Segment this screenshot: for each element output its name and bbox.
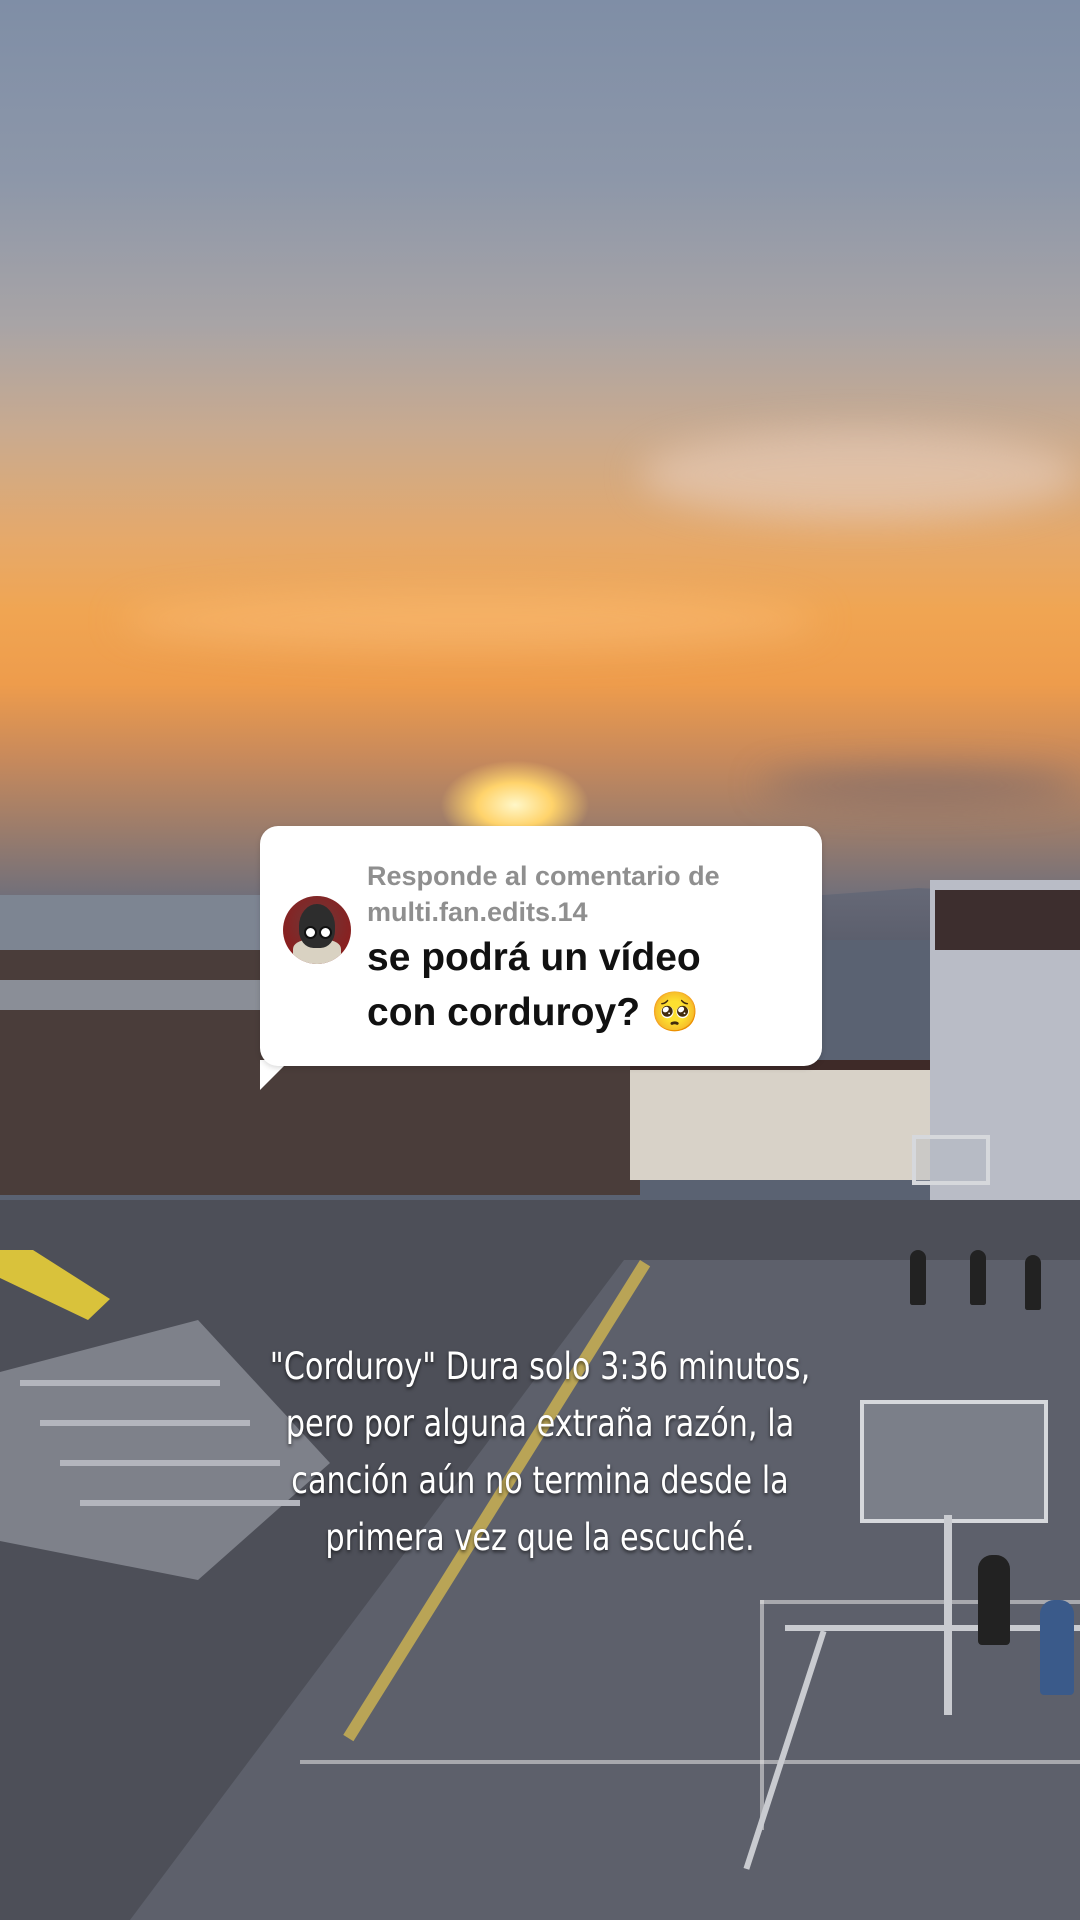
arcade bbox=[630, 1070, 930, 1180]
caption-line: canción aún no termina desde la bbox=[291, 1459, 789, 1502]
cloud bbox=[760, 770, 1080, 800]
avatar-eye bbox=[304, 926, 317, 939]
person bbox=[1025, 1255, 1041, 1310]
court-line bbox=[300, 1760, 1080, 1764]
goal-frame-top bbox=[785, 1625, 1080, 1631]
reply-label-prefix: Responde al comentario de bbox=[367, 861, 720, 891]
video-caption: "Corduroy" Dura solo 3:36 minutos, pero … bbox=[253, 1338, 827, 1566]
avatar-head bbox=[299, 904, 335, 948]
cloud bbox=[640, 430, 1080, 520]
person bbox=[910, 1250, 926, 1305]
comment-line: se podrá un vídeo bbox=[367, 936, 701, 979]
right-building-roof bbox=[935, 890, 1080, 950]
basketball-backboard bbox=[860, 1400, 1048, 1523]
commenter-avatar-icon[interactable] bbox=[283, 896, 351, 964]
hoop-pole bbox=[944, 1515, 952, 1715]
cloud bbox=[120, 590, 820, 650]
person bbox=[978, 1555, 1010, 1645]
caption-line: primera vez que la escuché. bbox=[325, 1516, 755, 1559]
comment-line: con corduroy? 🥺 bbox=[367, 991, 700, 1034]
commenter-username[interactable]: multi.fan.edits.14 bbox=[367, 894, 787, 930]
bleacher-step bbox=[60, 1460, 280, 1466]
person bbox=[970, 1250, 986, 1305]
caption-line: pero por alguna extraña razón, la bbox=[285, 1402, 795, 1445]
court-line bbox=[760, 1600, 1080, 1604]
person bbox=[1040, 1600, 1074, 1695]
bleacher-step bbox=[20, 1380, 220, 1386]
court-line bbox=[760, 1600, 764, 1830]
reply-comment-text: se podrá un vídeo con corduroy? 🥺 bbox=[367, 930, 807, 1040]
far-backboard bbox=[912, 1135, 990, 1185]
caption-line: "Corduroy" Dura solo 3:36 minutos, bbox=[269, 1345, 811, 1388]
avatar-eye bbox=[319, 926, 332, 939]
bleacher-step bbox=[40, 1420, 250, 1426]
reply-to-label: Responde al comentario de multi.fan.edit… bbox=[367, 858, 787, 930]
